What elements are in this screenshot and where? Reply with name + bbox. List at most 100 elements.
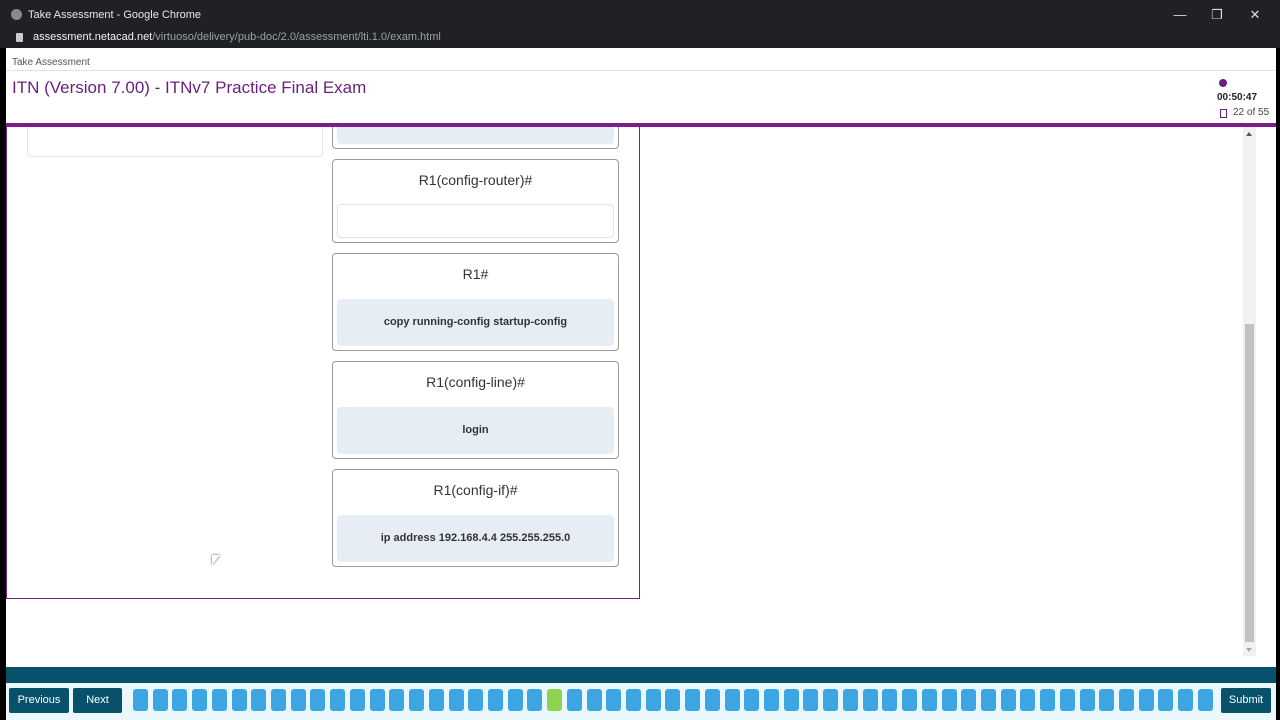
globe-icon	[11, 9, 22, 20]
question-button[interactable]	[724, 689, 740, 711]
question-button[interactable]	[1119, 689, 1134, 711]
question-area: R1(config-router)# R1# copy running-conf…	[6, 127, 1240, 657]
question-button[interactable]	[349, 689, 365, 711]
question-button[interactable]	[1059, 689, 1075, 711]
restore-button[interactable]: ❐	[1207, 6, 1227, 24]
card-prompt: R1(config-line)#	[426, 374, 525, 390]
question-button[interactable]	[251, 689, 267, 711]
card-prompt: R1#	[462, 266, 489, 282]
url-domain: assessment.netacad.net	[33, 31, 153, 43]
question-button[interactable]	[1079, 689, 1095, 711]
question-button[interactable]	[1197, 689, 1213, 711]
question-button[interactable]	[764, 689, 780, 711]
question-button[interactable]	[409, 689, 425, 711]
drop-zone-answer[interactable]: copy running-config startup-config	[337, 299, 614, 346]
scroll-down-arrow-icon[interactable]	[1246, 648, 1252, 652]
question-button[interactable]	[783, 689, 799, 711]
question-button[interactable]	[961, 689, 977, 711]
question-button[interactable]	[133, 689, 148, 711]
next-button[interactable]: Next	[73, 688, 122, 713]
question-button[interactable]	[290, 689, 306, 711]
question-button[interactable]	[1000, 689, 1016, 711]
card-prompt: R1(config-if)#	[433, 482, 518, 498]
page-title: ITN (Version 7.00) - ITNv7 Practice Fina…	[12, 78, 367, 97]
lock-icon	[16, 33, 23, 42]
question-button[interactable]	[921, 689, 937, 711]
question-button[interactable]	[1020, 689, 1036, 711]
question-button[interactable]	[665, 689, 681, 711]
question-button[interactable]	[586, 689, 602, 711]
question-button[interactable]	[152, 689, 168, 711]
question-button[interactable]	[862, 689, 878, 711]
target-card: R1(config-line)# login	[332, 361, 619, 459]
question-button[interactable]	[803, 689, 819, 711]
question-button[interactable]	[369, 689, 385, 711]
question-button[interactable]	[389, 689, 405, 711]
question-button[interactable]	[271, 689, 287, 711]
question-button[interactable]	[507, 689, 523, 711]
question-button[interactable]	[448, 689, 464, 711]
address-bar[interactable]: assessment.netacad.net/virtuoso/delivery…	[0, 30, 1280, 48]
url-path: /virtuoso/delivery/pub-doc/2.0/assessmen…	[152, 31, 441, 43]
question-button[interactable]	[172, 689, 188, 711]
question-button[interactable]	[1158, 689, 1174, 711]
question-button[interactable]	[980, 689, 996, 711]
question-counter: 22 of 55	[1233, 107, 1270, 118]
question-button[interactable]	[882, 689, 898, 711]
question-button[interactable]	[685, 689, 701, 711]
question-button[interactable]	[1178, 689, 1194, 711]
drop-zone-answer[interactable]: ip address 192.168.4.4 255.255.255.0	[337, 515, 614, 562]
scrollbar[interactable]	[1243, 127, 1256, 656]
footer-bar	[6, 667, 1276, 683]
question-button[interactable]	[231, 689, 247, 711]
question-button[interactable]	[823, 689, 839, 711]
question-button[interactable]	[1099, 689, 1115, 711]
minimize-button[interactable]: —	[1170, 6, 1190, 24]
mouse-cursor-icon	[212, 555, 220, 565]
question-button[interactable]	[626, 689, 641, 711]
question-button[interactable]	[487, 689, 503, 711]
target-card: R1# copy running-config startup-config	[332, 253, 619, 351]
card-prompt: R1(config-router)#	[418, 172, 533, 188]
question-button[interactable]	[310, 689, 326, 711]
target-card: R1(config-if)# ip address 192.168.4.4 25…	[332, 469, 619, 567]
document-icon	[1220, 109, 1227, 118]
question-button[interactable]	[645, 689, 661, 711]
submit-button[interactable]: Submit	[1221, 688, 1271, 713]
clock-icon	[1219, 79, 1227, 87]
question-button[interactable]	[566, 689, 582, 711]
question-button[interactable]	[1040, 689, 1056, 711]
close-button[interactable]: ✕	[1245, 6, 1265, 24]
question-button[interactable]	[330, 689, 346, 711]
question-button[interactable]	[211, 689, 227, 711]
question-button[interactable]	[704, 689, 720, 711]
question-button-current[interactable]	[547, 689, 563, 711]
question-button[interactable]	[527, 689, 543, 711]
question-button[interactable]	[902, 689, 918, 711]
question-button[interactable]	[606, 689, 622, 711]
question-button[interactable]	[192, 689, 208, 711]
breadcrumb: Take Assessment	[12, 57, 90, 68]
divider	[6, 70, 1276, 71]
scroll-up-arrow-icon[interactable]	[1246, 132, 1252, 136]
question-button[interactable]	[428, 689, 444, 711]
target-card	[332, 127, 619, 149]
answer-source-slot[interactable]	[27, 127, 323, 157]
assessment-page: Take Assessment ITN (Version 7.00) - ITN…	[6, 48, 1276, 720]
drop-zone[interactable]	[337, 204, 614, 238]
question-button[interactable]	[842, 689, 858, 711]
browser-title-bar: Take Assessment - Google Chrome — ❐ ✕	[0, 0, 1280, 30]
previous-button[interactable]: Previous	[9, 688, 69, 713]
question-button[interactable]	[744, 689, 760, 711]
url-text[interactable]: assessment.netacad.net/virtuoso/delivery…	[33, 31, 441, 43]
scrollbar-thumb[interactable]	[1245, 324, 1254, 642]
drop-zone-answer[interactable]: login	[337, 407, 614, 454]
timer: 00:50:47	[1217, 92, 1258, 103]
question-button[interactable]	[1138, 689, 1154, 711]
question-button[interactable]	[941, 689, 957, 711]
drop-zone[interactable]	[337, 127, 614, 144]
question-button[interactable]	[468, 689, 484, 711]
question-navigation: Previous Next Submit	[6, 683, 1276, 720]
target-card: R1(config-router)#	[332, 159, 619, 243]
window-title: Take Assessment - Google Chrome	[28, 9, 202, 21]
